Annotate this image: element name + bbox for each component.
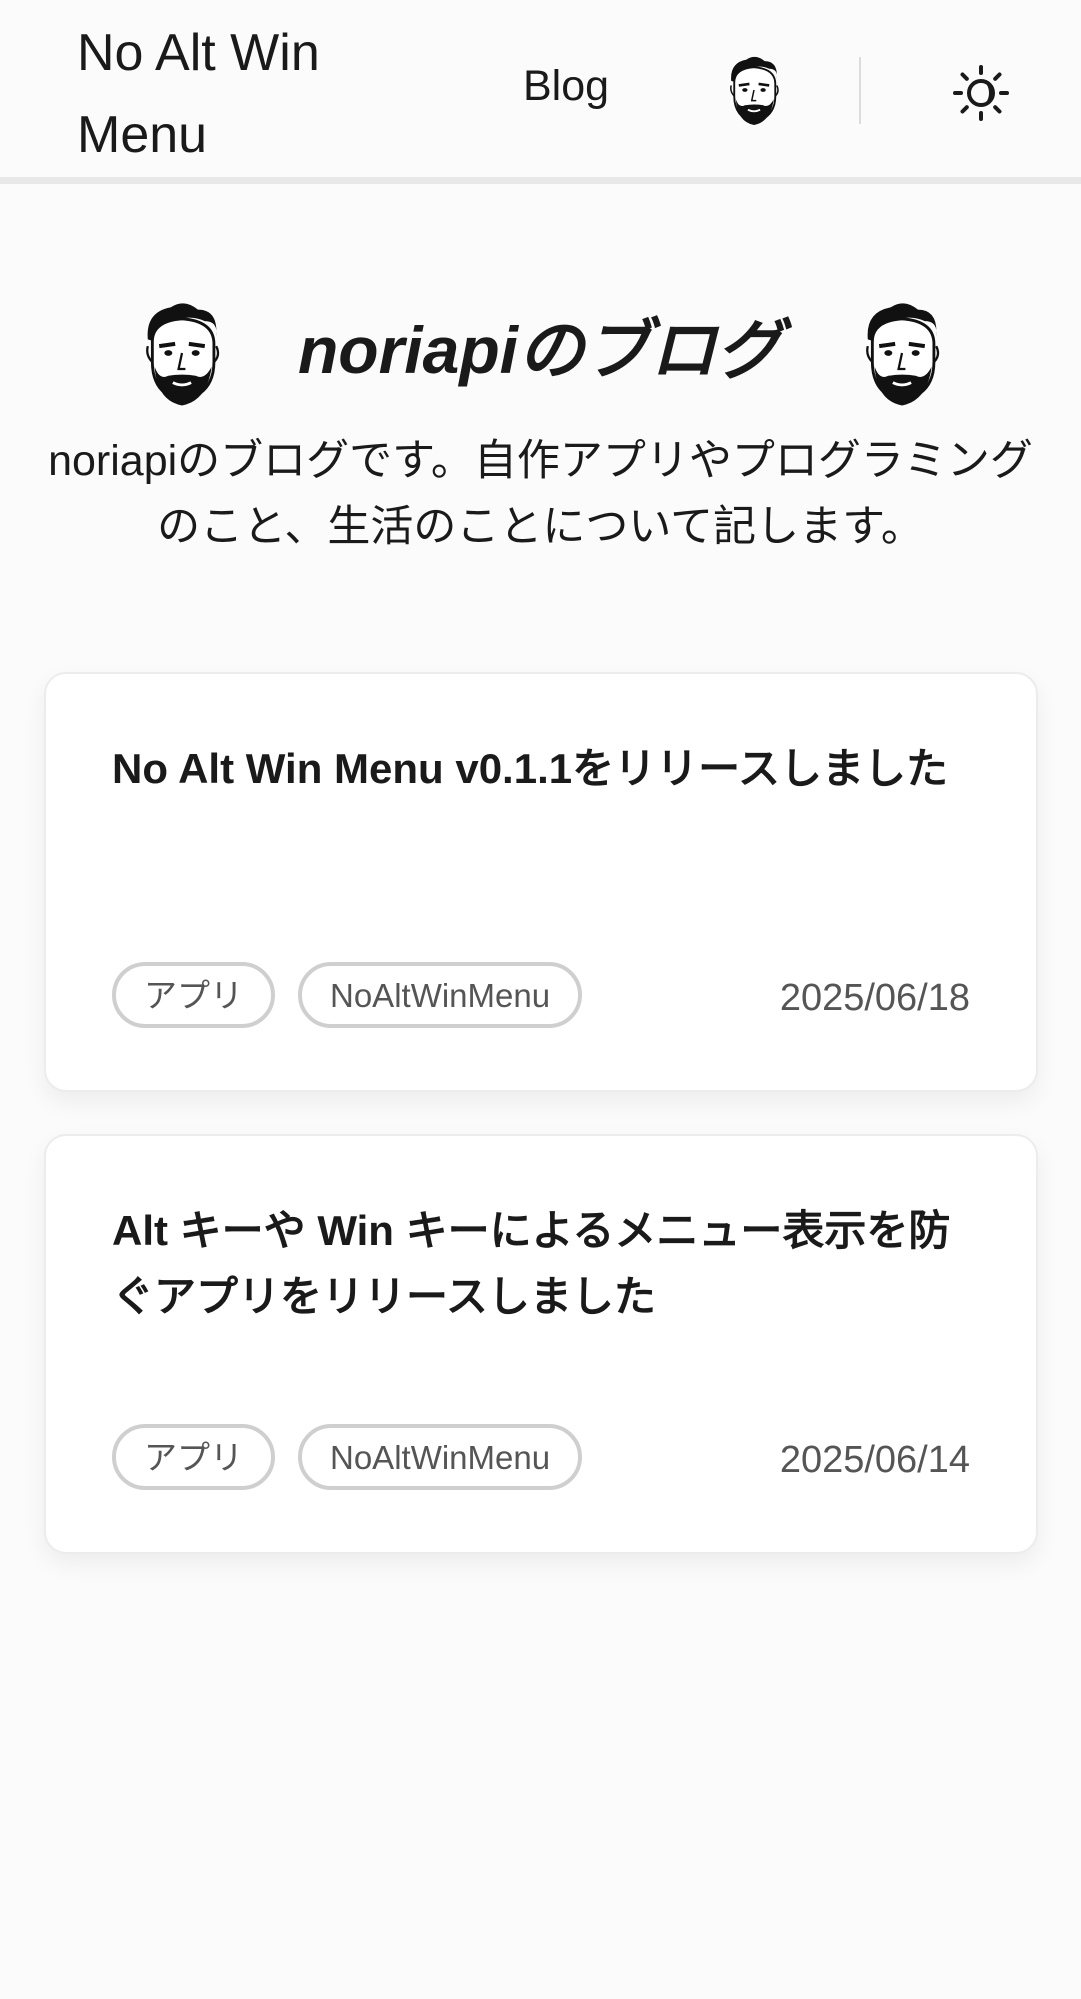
nav-link-blog[interactable]: Blog (523, 56, 609, 116)
hero-title-row: noriapiのブログ (0, 296, 1081, 416)
post-title[interactable]: No Alt Win Menu v0.1.1をリリースしました (112, 736, 972, 802)
site-header: No Alt Win Menu Blog (0, 0, 1081, 184)
tag-badge[interactable]: NoAltWinMenu (298, 1424, 583, 1490)
tag-badge[interactable]: NoAltWinMenu (298, 962, 583, 1028)
tag-badge[interactable]: アプリ (112, 962, 275, 1028)
tag-badge[interactable]: アプリ (112, 1424, 275, 1490)
post-date: 2025/06/14 (779, 1439, 970, 1481)
site-title[interactable]: No Alt Win Menu (77, 12, 397, 176)
blog-title: noriapiのブログ (297, 313, 782, 387)
blog-description: noriapiのブログです。自作アプリやプログラミングのこと、生活のことについて… (48, 437, 1033, 551)
post-title[interactable]: Alt キーや Win キーによるメニュー表示を防ぐアプリをリリースしました (112, 1198, 972, 1330)
nav-divider (859, 57, 861, 124)
post-card[interactable]: Alt キーや Win キーによるメニュー表示を防ぐアプリをリリースしました ア… (44, 1134, 1038, 1554)
post-card[interactable]: No Alt Win Menu v0.1.1をリリースしました アプリ NoAl… (44, 672, 1038, 1092)
avatar-left-icon (145, 301, 221, 408)
avatar-icon[interactable] (716, 48, 792, 132)
theme-toggle-icon[interactable] (951, 63, 1011, 123)
avatar-right-icon (865, 301, 941, 408)
post-date: 2025/06/18 (779, 977, 970, 1019)
